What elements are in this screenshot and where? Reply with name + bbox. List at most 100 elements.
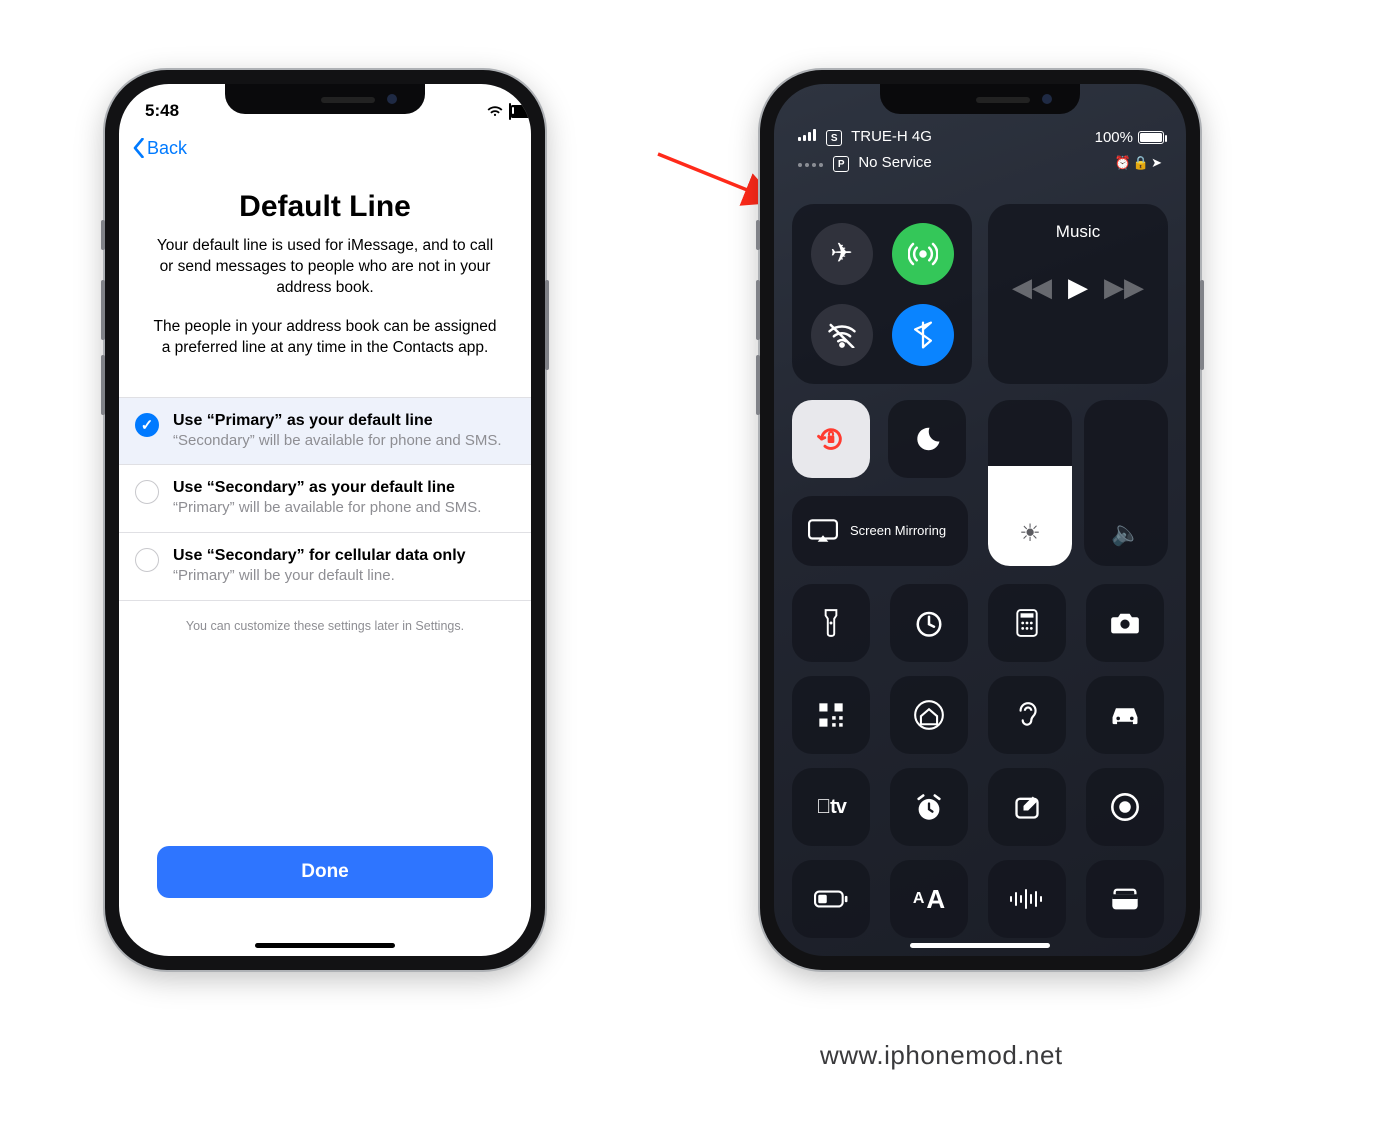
screen-mirroring-label: Screen Mirroring <box>850 524 946 539</box>
orientation-lock-icon <box>815 423 847 455</box>
timer-icon <box>914 608 944 638</box>
option-subtitle: “Primary” will be available for phone an… <box>173 499 481 518</box>
option-secondary-data-only[interactable]: Use “Secondary” for cellular data only “… <box>119 532 531 601</box>
option-title: Use “Secondary” for cellular data only <box>173 547 466 565</box>
status-time: 5:48 <box>145 101 179 121</box>
volume-icon: 🔈 <box>1084 519 1168 548</box>
moon-icon <box>912 424 942 454</box>
low-power-button[interactable] <box>792 860 870 938</box>
carplay-button[interactable] <box>1086 676 1164 754</box>
qr-button[interactable] <box>792 676 870 754</box>
record-icon <box>1110 792 1140 822</box>
bluetooth-icon <box>914 321 932 349</box>
radio-unchecked-icon <box>135 548 159 572</box>
signal-icon <box>798 129 816 141</box>
status-right-cluster <box>463 104 511 119</box>
voice-memo-button[interactable] <box>988 860 1066 938</box>
music-prev-button[interactable]: ◀◀ <box>1012 272 1052 303</box>
screen-mirroring-button[interactable]: Screen Mirroring <box>792 496 968 566</box>
music-module[interactable]: Music ◀◀ ▶ ▶▶ <box>988 204 1168 384</box>
flashlight-button[interactable] <box>792 584 870 662</box>
sim2-status: P No Service <box>798 154 932 173</box>
qr-icon <box>817 701 845 729</box>
radio-checked-icon: ✓ <box>135 413 159 437</box>
camera-icon <box>1110 611 1140 635</box>
bluetooth-toggle[interactable] <box>892 304 954 366</box>
music-next-button[interactable]: ▶▶ <box>1104 272 1144 303</box>
option-subtitle: “Secondary” will be available for phone … <box>173 432 502 451</box>
dnd-toggle[interactable] <box>888 400 966 478</box>
airplane-icon: ✈︎ <box>830 238 853 269</box>
page-description-2: The people in your address book can be a… <box>119 317 531 359</box>
airplane-toggle[interactable]: ✈︎ <box>811 223 873 285</box>
music-title: Music <box>1004 222 1152 242</box>
cellular-toggle[interactable] <box>892 223 954 285</box>
home-indicator[interactable] <box>255 943 395 948</box>
option-title: Use “Primary” as your default line <box>173 412 502 430</box>
signal-icon <box>463 104 481 119</box>
low-power-icon <box>814 890 848 908</box>
page-title: Default Line <box>129 190 521 224</box>
antenna-icon <box>908 239 938 269</box>
sim1-tag: S <box>826 130 842 146</box>
wifi-toggle[interactable] <box>811 304 873 366</box>
option-secondary-default[interactable]: Use “Secondary” as your default line “Pr… <box>119 464 531 532</box>
wifi-icon <box>487 105 503 117</box>
wifi-off-icon <box>827 322 857 348</box>
footnote: You can customize these settings later i… <box>119 619 531 633</box>
home-button[interactable] <box>890 676 968 754</box>
voice-memo-icon <box>1007 887 1047 911</box>
status-extra-icons: ⏰🔒➤ <box>1115 155 1164 171</box>
car-icon <box>1108 703 1142 727</box>
orientation-lock-toggle[interactable] <box>792 400 870 478</box>
connectivity-module[interactable]: ✈︎ <box>792 204 972 384</box>
alarm-icon: ⏰ <box>1115 155 1133 170</box>
timer-button[interactable] <box>890 584 968 662</box>
back-label: Back <box>147 138 187 159</box>
phone-mockup-control-center: S TRUE-H 4G 100% P No Service <box>760 70 1200 970</box>
music-play-button[interactable]: ▶ <box>1068 272 1088 303</box>
calculator-button[interactable] <box>988 584 1066 662</box>
sim1-carrier: TRUE-H 4G <box>851 128 932 145</box>
option-subtitle: “Primary” will be your default line. <box>173 567 466 586</box>
alarm-button[interactable] <box>890 768 968 846</box>
sim1-status: S TRUE-H 4G <box>798 128 932 147</box>
sim2-tag: P <box>833 156 849 172</box>
text-size-icon-large: A <box>926 884 945 915</box>
camera-button[interactable] <box>1086 584 1164 662</box>
done-button[interactable]: Done <box>157 846 493 898</box>
screen-mirroring-icon <box>808 519 838 543</box>
option-title: Use “Secondary” as your default line <box>173 479 481 497</box>
chevron-left-icon <box>133 138 145 158</box>
text-size-button[interactable]: AA <box>890 860 968 938</box>
brightness-slider[interactable]: ☀︎ <box>988 400 1072 566</box>
lock-icon: 🔒 <box>1133 155 1151 170</box>
back-button[interactable]: Back <box>133 138 187 159</box>
done-label: Done <box>301 861 349 882</box>
home-icon <box>914 700 944 730</box>
brightness-icon: ☀︎ <box>988 519 1072 548</box>
hearing-button[interactable] <box>988 676 1066 754</box>
battery-icon <box>509 104 511 119</box>
notes-button[interactable] <box>988 768 1066 846</box>
apple-tv-icon: tv <box>816 796 846 819</box>
wallet-icon <box>1110 887 1140 911</box>
sim2-carrier: No Service <box>858 154 931 171</box>
home-indicator[interactable] <box>910 943 1050 948</box>
battery-label: 100% <box>1095 129 1133 146</box>
ear-icon <box>1016 700 1038 730</box>
volume-slider[interactable]: 🔈 <box>1084 400 1168 566</box>
battery-status: 100% <box>1095 129 1164 146</box>
screen-record-button[interactable] <box>1086 768 1164 846</box>
nav-bar: Back <box>119 128 531 168</box>
option-primary-default[interactable]: ✓ Use “Primary” as your default line “Se… <box>119 397 531 465</box>
phone-mockup-settings: 5:48 Back Default Line Your <box>105 70 545 970</box>
battery-icon <box>1138 131 1164 144</box>
wallet-button[interactable] <box>1086 860 1164 938</box>
signal-empty-icon <box>798 163 823 167</box>
alarm-clock-icon <box>914 792 944 822</box>
flashlight-icon <box>822 608 840 638</box>
default-line-option-list: ✓ Use “Primary” as your default line “Se… <box>119 397 531 601</box>
apple-tv-button[interactable]: tv <box>792 768 870 846</box>
text-size-icon: A <box>913 890 925 908</box>
